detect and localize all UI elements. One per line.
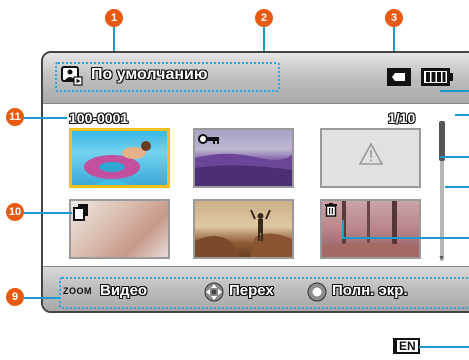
scrollbar-thumb[interactable] xyxy=(439,121,445,161)
full-screen-action: Полн. экр. xyxy=(332,282,408,299)
battery-icon xyxy=(420,67,454,87)
delete-trash-icon xyxy=(325,203,337,222)
callout-8-leader-v xyxy=(342,220,344,239)
thumb-forest[interactable] xyxy=(320,199,421,259)
zoom-badge: ZOOM xyxy=(63,286,92,296)
dpad-icon xyxy=(204,282,224,307)
callout-10: 10 xyxy=(6,203,24,221)
protect-key-icon xyxy=(198,132,220,150)
thumb-hiker[interactable] xyxy=(193,199,294,259)
callout-10-leader xyxy=(24,212,72,214)
mode-label: По умолчанию xyxy=(91,66,208,83)
warning-icon xyxy=(358,142,384,171)
callout-7-leader xyxy=(445,186,469,188)
callout-11-leader xyxy=(22,117,67,119)
playback-folder-icon xyxy=(61,66,83,86)
file-number: 100-0001 xyxy=(69,110,129,126)
language-badge: EN xyxy=(393,338,420,354)
callout-2: 2 xyxy=(255,9,273,27)
callout-4-leader xyxy=(440,90,469,92)
callout-1: 1 xyxy=(105,9,123,27)
callout-11: 11 xyxy=(6,108,24,126)
thumb-pool[interactable] xyxy=(69,128,170,188)
language-badge-leader xyxy=(419,346,469,348)
copy-icon xyxy=(73,203,89,226)
memory-card-icon xyxy=(386,67,412,87)
callout-6-leader xyxy=(440,156,469,158)
callout-9-leader xyxy=(24,297,60,299)
thumb-snow[interactable] xyxy=(69,199,170,259)
scrollbar[interactable]: ▼ xyxy=(438,121,445,262)
callout-5-leader xyxy=(455,114,469,116)
move-action: Перех xyxy=(229,282,274,299)
callout-9: 9 xyxy=(6,288,24,306)
scroll-down-arrow: ▼ xyxy=(438,255,445,262)
thumb-error[interactable] xyxy=(320,128,421,188)
callout-3: 3 xyxy=(385,9,403,27)
zoom-action: Видео xyxy=(100,282,148,299)
page-counter: 1/10 xyxy=(388,110,416,126)
ok-button-icon xyxy=(307,282,327,307)
lcd-screen: По умолчанию 100-0001 1/10 ▼ ZOOM Видео … xyxy=(41,51,469,313)
callout-8-leader xyxy=(342,237,469,239)
thumb-lavender[interactable] xyxy=(193,128,294,188)
